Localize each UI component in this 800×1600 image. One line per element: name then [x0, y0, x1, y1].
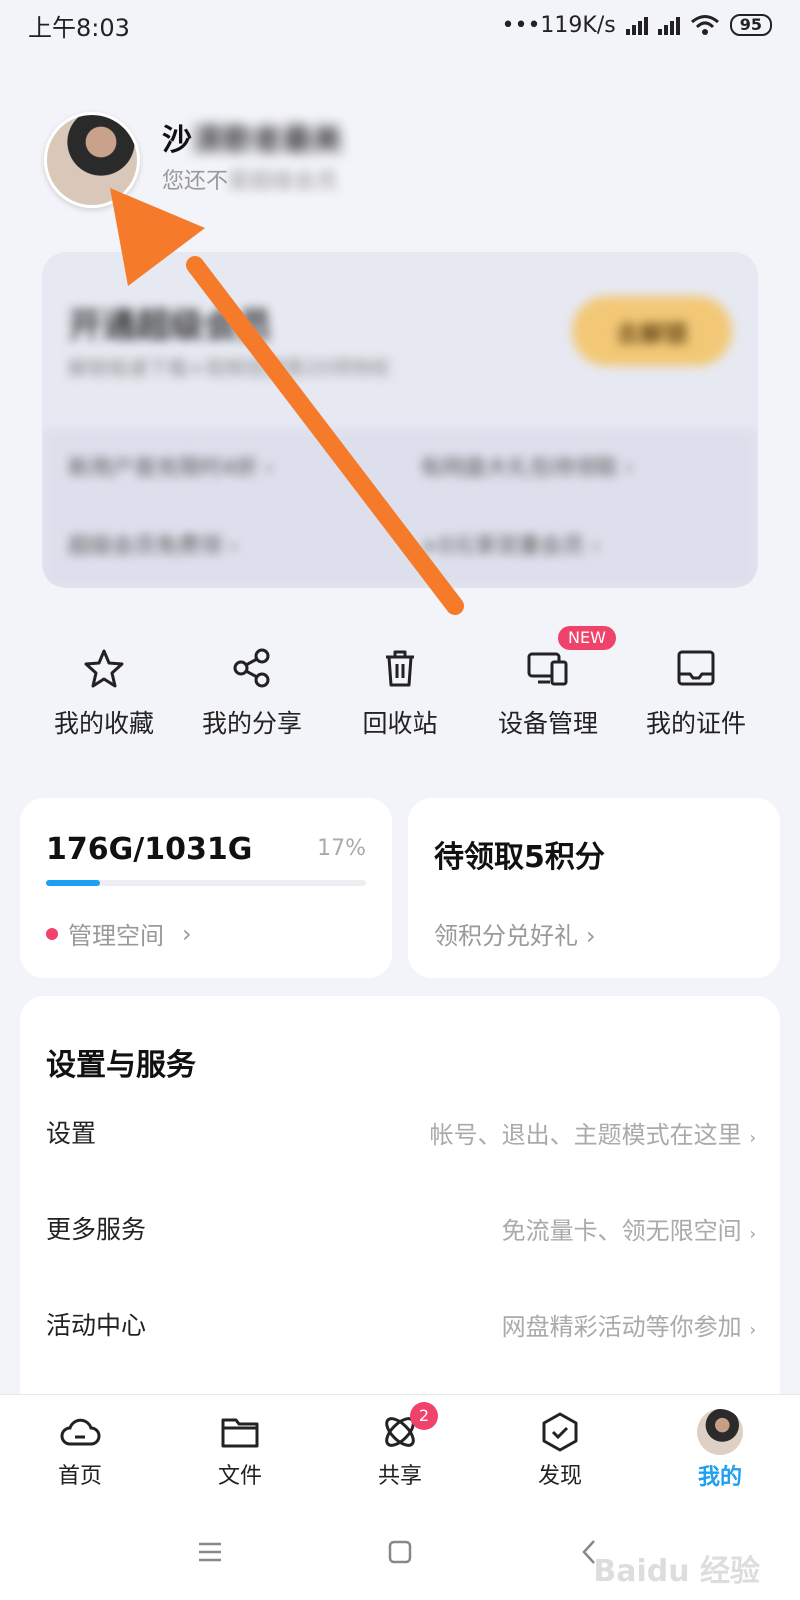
chevron-right-icon: › — [749, 1127, 756, 1147]
manage-space-label: 管理空间 — [68, 922, 164, 950]
vip-description: 解锁极速下载+视频倍速等20项特权 — [68, 356, 391, 380]
settings-row-hint: 网盘精彩活动等你参加 — [501, 1312, 742, 1341]
chevron-right-icon: › — [749, 1319, 756, 1339]
storage-card[interactable]: 176G/1031G 17% 管理空间 › — [20, 798, 392, 978]
share-badge: 2 — [410, 1401, 438, 1430]
nav-share[interactable]: 2 共享 — [330, 1401, 470, 1490]
settings-row-label: 设置 — [46, 1119, 97, 1148]
chevron-right-icon: › — [749, 1223, 756, 1243]
storage-amount: 176G/1031G — [46, 832, 253, 867]
status-bar: 上午8:03 •••119K/s 95 — [0, 0, 800, 50]
nav-files[interactable]: 文件 — [170, 1410, 310, 1490]
vip-link-free[interactable]: 超级会员免费领 › — [68, 528, 238, 560]
settings-row-settings[interactable]: 设置 帐号、退出、主题模式在这里 › — [46, 1102, 756, 1162]
signal-2-icon — [657, 15, 680, 35]
nav-mine-label: 我的 — [697, 1464, 742, 1490]
avatar — [697, 1408, 743, 1455]
devices-icon — [527, 652, 568, 686]
vip-link-new-user[interactable]: 新用户首充限时4折 › — [68, 450, 274, 482]
settings-row-label: 更多服务 — [46, 1215, 147, 1244]
quick-id-cards[interactable]: 我的证件 — [622, 646, 770, 746]
points-redeem-link[interactable]: 领积分兑好礼 › — [434, 916, 596, 951]
nav-mine[interactable]: 我的 — [650, 1408, 790, 1491]
network-speed: •••119K/s — [501, 12, 616, 38]
vip-title: 开通超级会员 — [68, 306, 272, 346]
points-redeem-label: 领积分兑好礼 — [434, 922, 578, 950]
user-name[interactable]: 沙漠歌者最美 — [162, 115, 342, 159]
storage-percent: 17% — [317, 836, 366, 861]
battery-indicator: 95 — [729, 14, 772, 36]
quick-favorites[interactable]: 我的收藏 — [30, 646, 178, 746]
baidu-jingyan-watermark: Baidu 经验 — [593, 1554, 760, 1589]
settings-row-activity-center[interactable]: 活动中心 网盘精彩活动等你参加 › — [46, 1294, 756, 1354]
points-card[interactable]: 待领取5积分 领积分兑好礼 › — [408, 798, 780, 978]
quick-recycle-bin-label: 回收站 — [362, 709, 438, 738]
manage-space-link[interactable]: 管理空间 › — [46, 916, 192, 951]
user-name-visible: 沙 — [162, 123, 192, 158]
quick-recycle-bin[interactable]: 回收站 — [326, 646, 474, 746]
vip-unlock-button[interactable]: 去解锁 — [572, 296, 732, 366]
status-indicators: •••119K/s 95 — [501, 12, 772, 38]
storage-progress-bar — [46, 880, 366, 886]
membership-status-blurred: 是超级会员 — [228, 169, 339, 194]
share-icon — [233, 648, 270, 688]
settings-services-card: 设置与服务 设置 帐号、退出、主题模式在这里 › 更多服务 免流量卡、领无限空间 ›… — [20, 996, 780, 1416]
id-card-icon — [677, 650, 715, 686]
nav-home[interactable]: 首页 — [10, 1410, 150, 1490]
storage-progress-fill — [46, 880, 101, 886]
quick-device-manage[interactable]: NEW 设备管理 — [474, 626, 622, 746]
settings-row-hint: 免流量卡、领无限空间 — [501, 1216, 742, 1245]
settings-row-more-services[interactable]: 更多服务 免流量卡、领无限空间 › — [46, 1198, 756, 1258]
quick-favorites-label: 我的收藏 — [53, 709, 154, 738]
membership-status-visible: 您还不 — [162, 169, 229, 194]
nav-share-label: 共享 — [377, 1463, 422, 1489]
trash-icon — [386, 650, 414, 687]
status-time: 上午8:03 — [28, 13, 130, 42]
chevron-right-icon: › — [182, 919, 192, 948]
discover-icon — [542, 1412, 578, 1451]
vip-link-double[interactable]: +0元享双重会员 › — [420, 528, 600, 560]
vip-promo-card[interactable]: 开通超级会员 解锁极速下载+视频倍速等20项特权 去解锁 新用户首充限时4折 ›… — [42, 252, 758, 588]
cloud-icon — [60, 1418, 101, 1445]
membership-status: 您还不是超级会员 — [162, 163, 338, 195]
home-square-icon[interactable] — [385, 1537, 415, 1567]
quick-shares-label: 我的分享 — [201, 709, 302, 738]
chevron-right-icon: › — [586, 922, 596, 950]
vip-link-gift[interactable]: 有网盘大礼包待领取 › — [420, 450, 634, 482]
wifi-icon — [690, 15, 719, 35]
nav-files-label: 文件 — [217, 1463, 262, 1489]
bottom-nav: 首页 文件 2 共享 发现 我的 — [0, 1394, 800, 1504]
quick-id-cards-label: 我的证件 — [645, 709, 746, 738]
quick-device-manage-label: 设备管理 — [497, 709, 598, 738]
quick-actions: 我的收藏 我的分享 回收站 NEW 设备管理 我的证件 — [30, 626, 770, 746]
nav-discover-label: 发现 — [537, 1463, 582, 1489]
new-badge: NEW — [558, 626, 616, 650]
settings-row-hint: 帐号、退出、主题模式在这里 — [429, 1120, 742, 1149]
signal-1-icon — [625, 15, 648, 35]
settings-row-label: 活动中心 — [46, 1311, 147, 1340]
star-icon — [84, 649, 124, 688]
nav-home-label: 首页 — [57, 1463, 102, 1489]
points-title: 待领取5积分 — [434, 840, 605, 875]
menu-icon[interactable] — [195, 1537, 225, 1567]
folder-icon — [221, 1418, 259, 1447]
avatar[interactable] — [44, 112, 140, 208]
user-name-blurred: 漠歌者最美 — [192, 123, 342, 158]
settings-title: 设置与服务 — [46, 1048, 196, 1083]
nav-discover[interactable]: 发现 — [490, 1410, 630, 1490]
quick-shares[interactable]: 我的分享 — [178, 646, 326, 746]
red-dot-icon — [46, 927, 58, 940]
